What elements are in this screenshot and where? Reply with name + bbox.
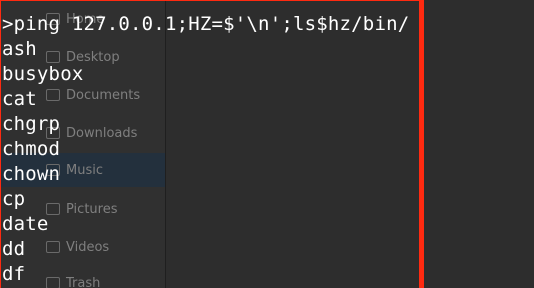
screen: Home Desktop Documents Downloads Music P…	[0, 0, 534, 288]
terminal-output-line: cat	[2, 88, 37, 110]
terminal-output-line: ash	[2, 38, 37, 60]
terminal-output-line: date	[2, 213, 49, 235]
terminal-overlay: >ping 127.0.0.1;HZ=$'\n';ls$hz/bin/ ash …	[0, 0, 534, 288]
terminal-output-line: busybox	[2, 63, 84, 85]
terminal-output-line: df	[2, 263, 26, 285]
terminal-output-line: chown	[2, 163, 61, 185]
terminal-output-line: cp	[2, 188, 26, 210]
terminal-output-line: chgrp	[2, 113, 61, 135]
terminal-command-line[interactable]: >ping 127.0.0.1;HZ=$'\n';ls$hz/bin/	[2, 12, 409, 37]
terminal-output-line: chmod	[2, 138, 61, 160]
terminal-output-line: dd	[2, 238, 26, 260]
